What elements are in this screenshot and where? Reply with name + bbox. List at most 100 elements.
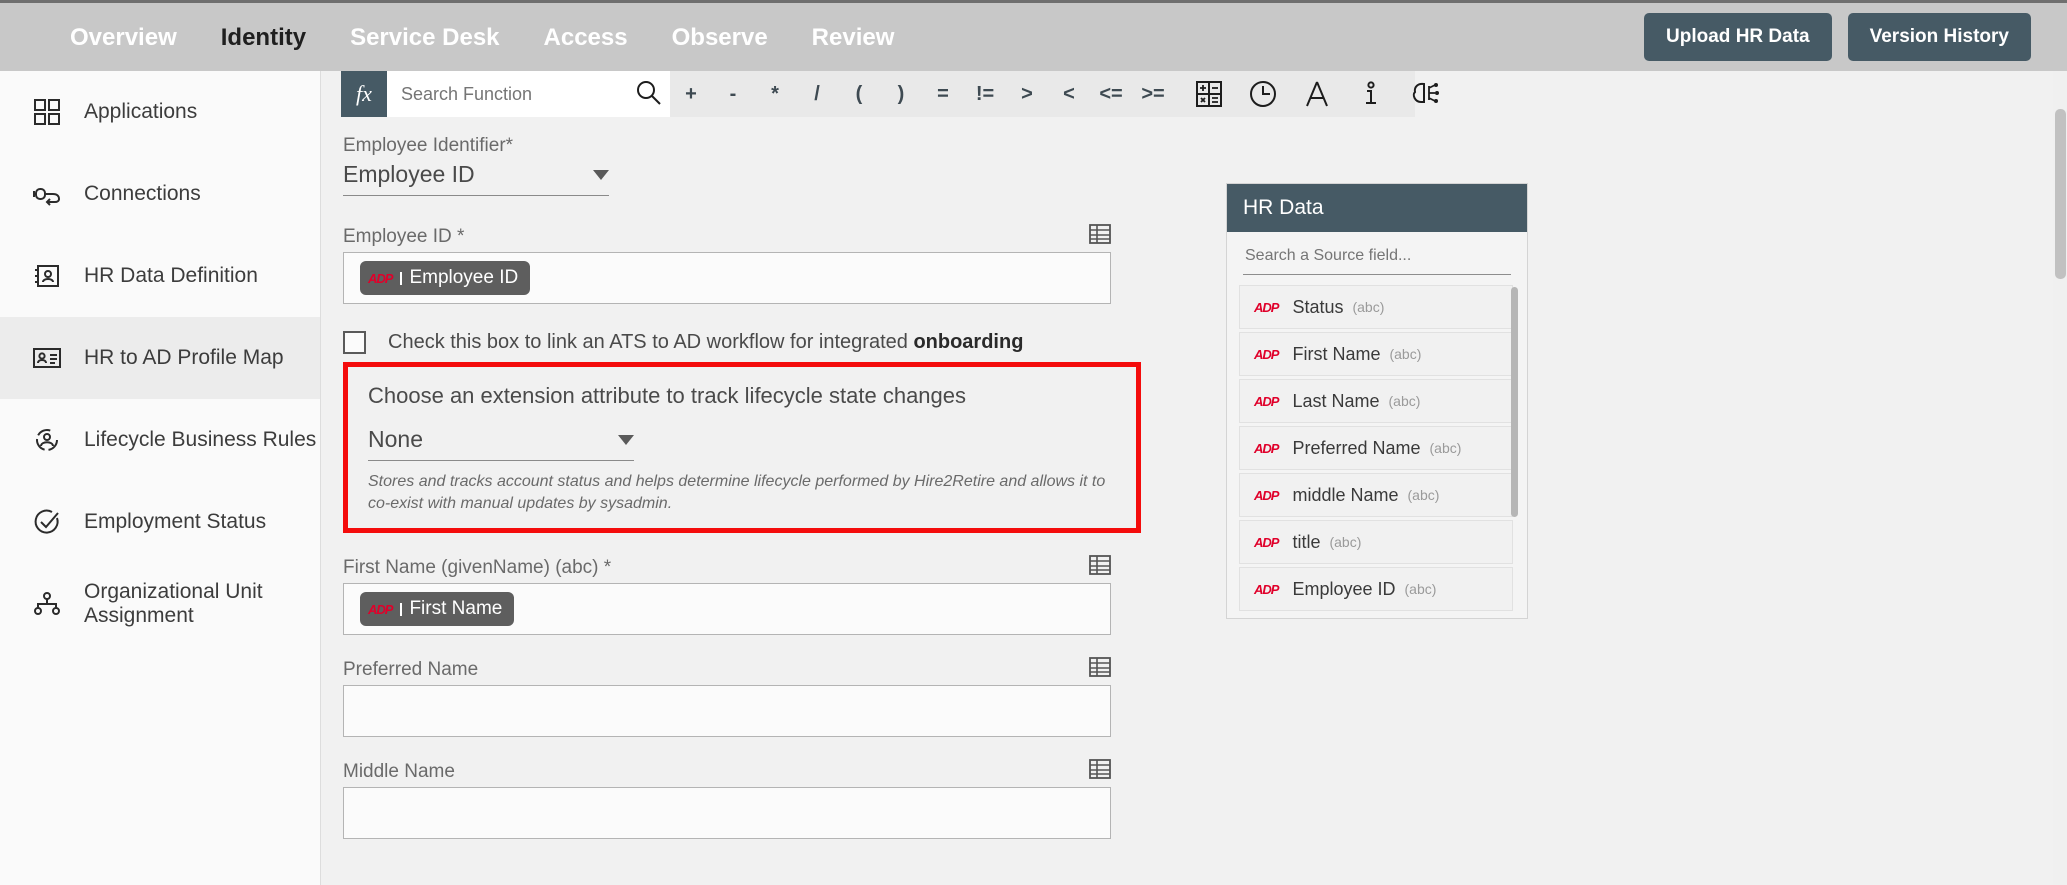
table-icon[interactable] <box>1089 555 1111 580</box>
sidebar-item-label: Lifecycle Business Rules <box>84 428 317 451</box>
table-icon[interactable] <box>1089 657 1111 682</box>
list-item[interactable]: ADP title (abc) <box>1239 520 1513 564</box>
nav-item-observe[interactable]: Observe <box>650 2 790 73</box>
sidebar-item-label: Applications <box>84 100 198 123</box>
first-name-dropzone[interactable]: ADP First Name <box>343 583 1111 636</box>
nav-item-overview[interactable]: Overview <box>48 2 199 73</box>
operator-minus[interactable]: - <box>712 83 754 106</box>
operator-close-paren[interactable]: ) <box>880 83 922 106</box>
check-circle-icon <box>32 507 62 537</box>
nav-item-identity[interactable]: Identity <box>199 2 328 73</box>
preferred-name-dropzone[interactable] <box>343 685 1111 738</box>
operator-less-equal[interactable]: <= <box>1090 83 1132 106</box>
hr-source-search-input[interactable] <box>1243 246 1511 266</box>
extension-attribute-helper-text: Stores and tracks account status and hel… <box>368 473 1106 512</box>
top-navigation-bar: Overview Identity Service Desk Access Ob… <box>0 0 2067 71</box>
upload-hr-data-button[interactable]: Upload HR Data <box>1644 13 1832 61</box>
operator-open-paren[interactable]: ( <box>838 83 880 106</box>
list-item[interactable]: ADP First Name (abc) <box>1239 332 1513 376</box>
table-icon[interactable] <box>1089 224 1111 249</box>
first-name-header: First Name (givenName) (abc) * <box>343 555 1111 583</box>
employee-identifier-select[interactable]: Employee ID <box>343 161 609 196</box>
operator-less-than[interactable]: < <box>1048 83 1090 106</box>
middle-name-dropzone[interactable] <box>343 787 1111 840</box>
sidebar-item-label: Organizational Unit Assignment <box>84 580 263 627</box>
operator-not-equals[interactable]: != <box>964 83 1006 106</box>
hr-field-name: Last Name <box>1292 390 1380 411</box>
version-history-button[interactable]: Version History <box>1847 13 2031 61</box>
sidebar-item-connections[interactable]: Connections <box>0 153 320 235</box>
table-icon[interactable] <box>1089 759 1111 784</box>
clock-icon[interactable] <box>1236 79 1290 109</box>
user-cycle-icon <box>32 425 62 455</box>
ai-brain-icon[interactable] <box>1398 79 1452 109</box>
hr-field-type: (abc) <box>1389 346 1422 362</box>
info-icon[interactable] <box>1344 79 1398 109</box>
hr-data-panel-title: HR Data <box>1227 184 1527 232</box>
main-content: fx + - * / ( ) = != > < <= >= <box>321 71 2067 885</box>
page-scrollbar-thumb[interactable] <box>2055 109 2066 279</box>
hr-field-type: (abc) <box>1388 393 1421 409</box>
hr-field-name: Employee ID <box>1292 578 1396 599</box>
sidebar-item-hr-data-definition[interactable]: HR Data Definition <box>0 235 320 317</box>
text-icon[interactable] <box>1290 79 1344 109</box>
operator-greater-equal[interactable]: >= <box>1132 83 1174 106</box>
operator-equals[interactable]: = <box>922 83 964 106</box>
ats-link-label: Check this box to link an ATS to AD work… <box>388 331 1023 354</box>
hr-list-scrollbar-thumb[interactable] <box>1511 287 1518 517</box>
operator-buttons: + - * / ( ) = != > < <= >= <box>670 83 1174 106</box>
hr-field-name: Status <box>1292 296 1344 317</box>
first-name-label: First Name (givenName) (abc) * <box>343 557 612 579</box>
list-item[interactable]: ADP Employee ID (abc) <box>1239 567 1513 611</box>
list-item[interactable]: ADP Preferred Name (abc) <box>1239 426 1513 470</box>
first-name-chip[interactable]: ADP First Name <box>360 592 515 627</box>
operator-multiply[interactable]: * <box>754 83 796 106</box>
employee-identifier-value: Employee ID <box>343 161 475 187</box>
adp-logo-icon: ADP <box>1254 440 1279 456</box>
adp-logo-icon: ADP <box>368 271 403 285</box>
id-badge-icon <box>32 343 62 373</box>
middle-name-header: Middle Name <box>343 759 1111 787</box>
hr-data-panel: HR Data ADP Status (abc) ADP First Name … <box>1226 183 1528 619</box>
chip-label: First Name <box>409 598 503 620</box>
list-item[interactable]: ADP Status (abc) <box>1239 285 1513 329</box>
nav-item-access[interactable]: Access <box>522 2 650 73</box>
sidebar-item-lifecycle-business-rules[interactable]: Lifecycle Business Rules <box>0 399 320 481</box>
preferred-name-header: Preferred Name <box>343 657 1111 685</box>
list-item[interactable]: ADP middle Name (abc) <box>1239 473 1513 517</box>
fx-button[interactable]: fx <box>341 71 387 117</box>
plug-icon <box>32 179 62 209</box>
sidebar-item-applications[interactable]: Applications <box>0 71 320 153</box>
nav-item-review[interactable]: Review <box>790 2 917 73</box>
operator-plus[interactable]: + <box>670 83 712 106</box>
hr-field-type: (abc) <box>1407 487 1440 503</box>
topbar-actions: Upload HR Data Version History <box>1644 13 2031 61</box>
sidebar-item-label: Connections <box>84 182 201 205</box>
page-scrollbar[interactable] <box>2053 71 2067 885</box>
hr-field-name: Preferred Name <box>1292 437 1421 458</box>
ats-link-checkbox[interactable] <box>343 331 366 354</box>
chevron-down-icon <box>593 169 609 180</box>
employee-id-chip[interactable]: ADP Employee ID <box>360 261 531 295</box>
search-function-field[interactable] <box>387 71 670 117</box>
search-function-input[interactable] <box>399 82 635 106</box>
hr-field-name: title <box>1292 531 1321 552</box>
hr-field-type: (abc) <box>1404 581 1437 597</box>
adp-logo-icon: ADP <box>1254 534 1279 550</box>
list-item[interactable]: ADP Last Name (abc) <box>1239 379 1513 423</box>
employee-id-dropzone[interactable]: ADP Employee ID <box>343 252 1111 304</box>
search-icon[interactable] <box>635 79 661 110</box>
operator-divide[interactable]: / <box>796 83 838 106</box>
operator-greater-than[interactable]: > <box>1006 83 1048 106</box>
hr-source-search-field[interactable] <box>1243 246 1511 275</box>
employee-id-label: Employee ID * <box>343 226 465 247</box>
preferred-name-label: Preferred Name <box>343 659 479 681</box>
nav-item-service-desk[interactable]: Service Desk <box>328 2 521 73</box>
sidebar-item-organizational-unit-assignment[interactable]: Organizational Unit Assignment <box>0 563 320 645</box>
hr-field-type: (abc) <box>1329 534 1362 550</box>
calculator-icon[interactable] <box>1182 79 1236 109</box>
extension-attribute-value: None <box>368 426 423 452</box>
extension-attribute-select[interactable]: None <box>368 426 634 461</box>
sidebar-item-hr-to-ad-profile-map[interactable]: HR to AD Profile Map <box>0 317 320 399</box>
sidebar-item-employment-status[interactable]: Employment Status <box>0 481 320 563</box>
